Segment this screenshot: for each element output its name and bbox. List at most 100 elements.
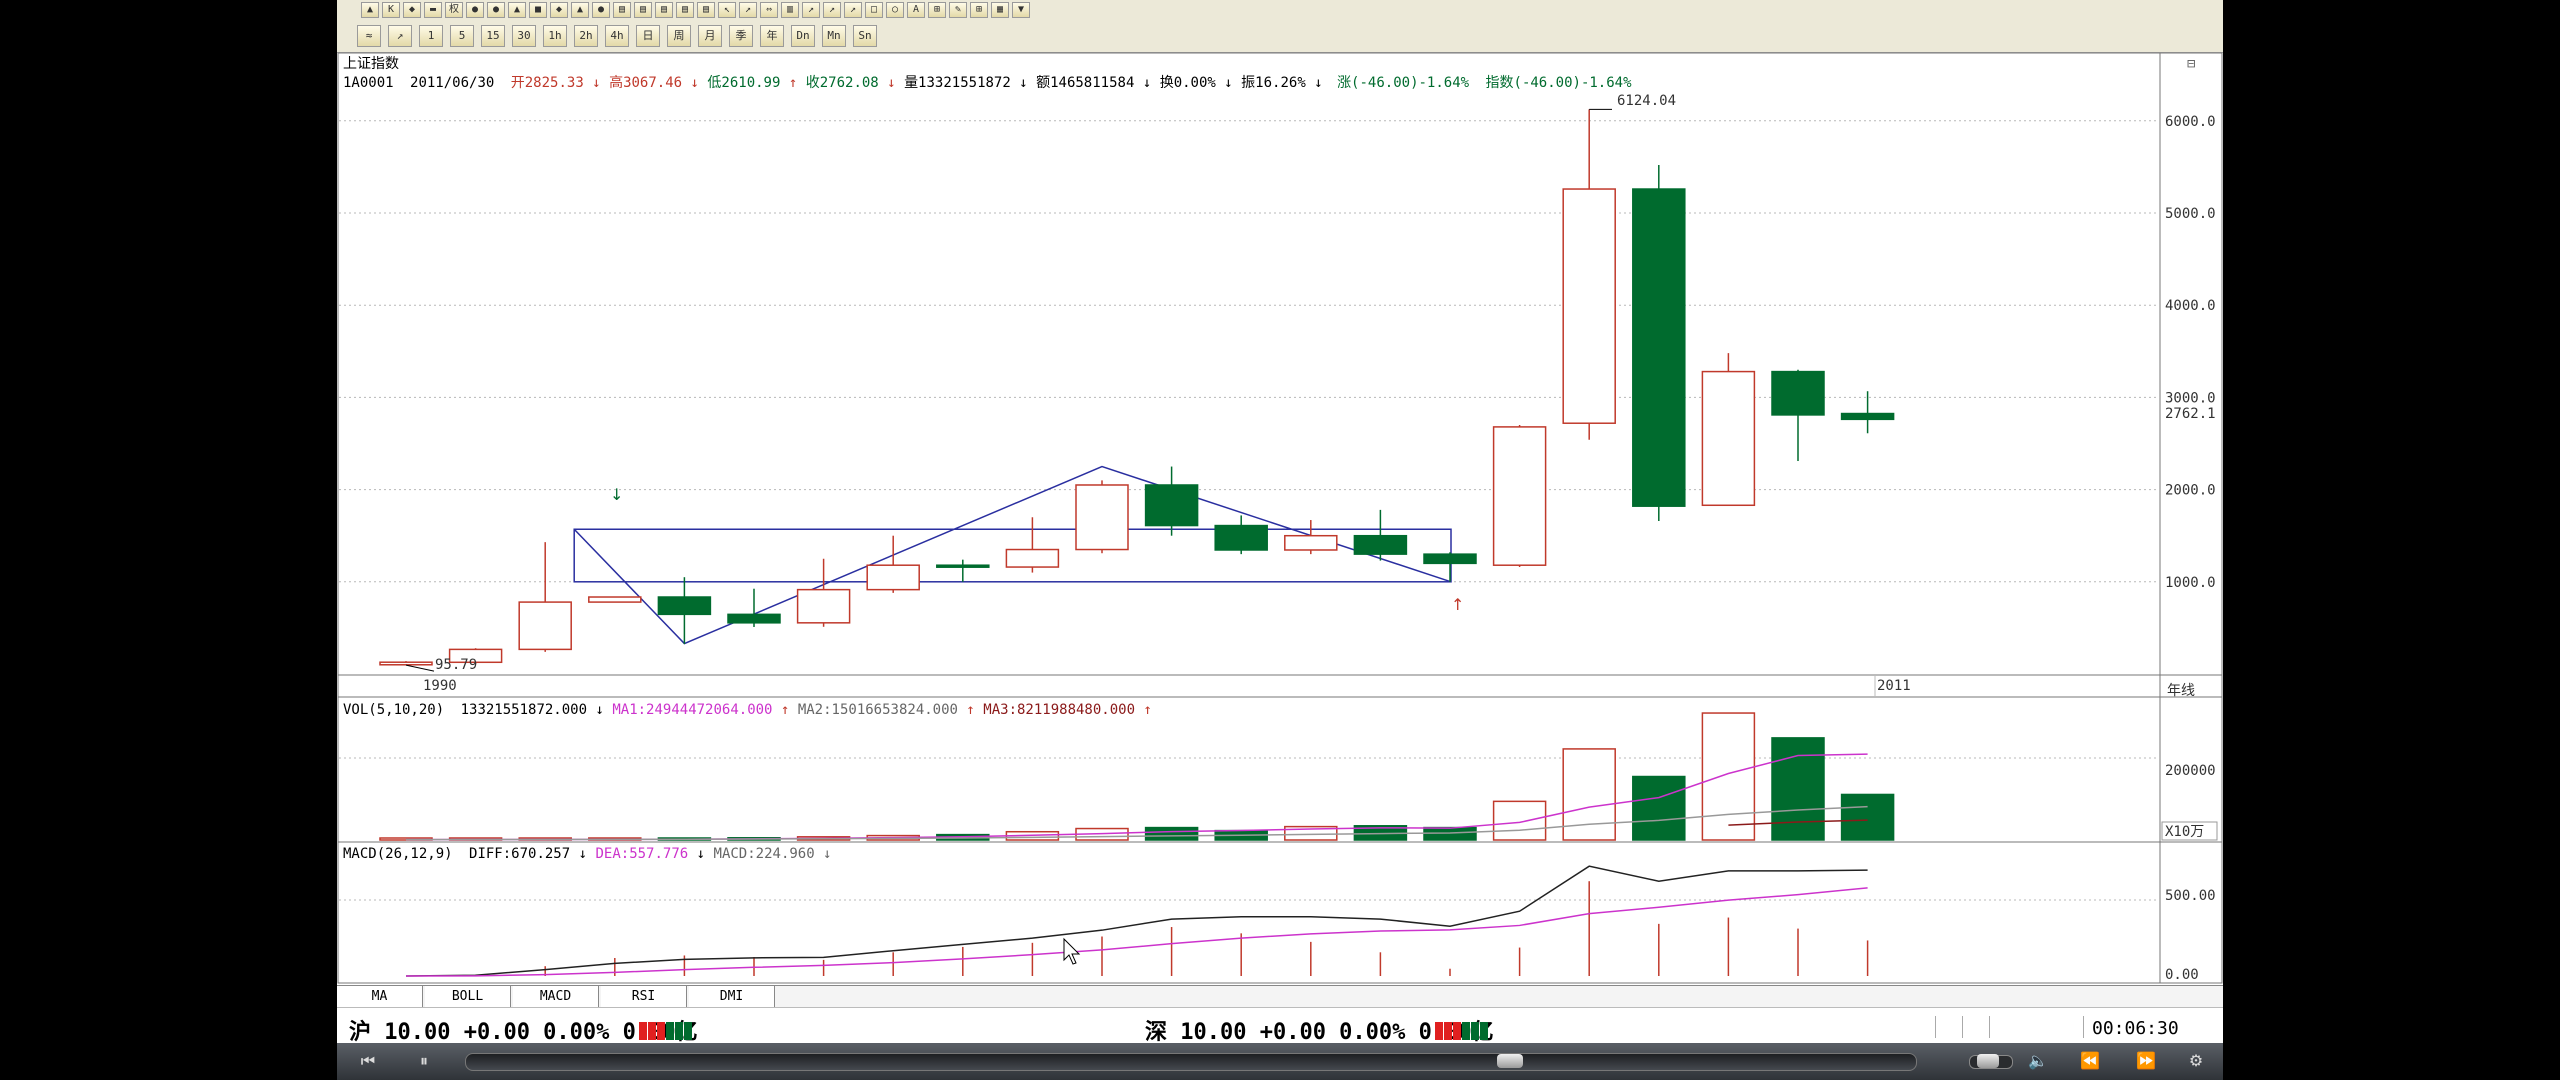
period-button[interactable]: 1 [419,25,443,47]
amplitude-text: 振16.26% [1241,75,1306,91]
candle-body [1353,534,1408,555]
seek-track[interactable] [465,1053,1917,1071]
chart-canvas[interactable]: 上证指数 ⊟ 1A0001 2011/06/30 开2825.33 ↓ 高306… [337,52,2223,985]
period-button[interactable]: Mn [822,25,846,47]
toolbar-tool-icon[interactable]: ↗ [739,2,757,18]
period-button[interactable]: 15 [481,25,505,47]
toolbar-tool-icon[interactable]: ○ [886,2,904,18]
candle-body [1214,524,1268,551]
toolbar-tool-icon[interactable]: ✎ [949,2,967,18]
toolbar-tool-icon[interactable]: ● [592,2,610,18]
period-button[interactable]: 季 [729,25,753,47]
period-button[interactable]: 日 [636,25,660,47]
toolbar-tool-icon[interactable]: 权 [445,2,463,18]
toolbar-tool-icon[interactable]: □ [865,2,883,18]
period-button[interactable]: Dn [791,25,815,47]
speaker-icon[interactable]: 🔈 [2027,1051,2049,1071]
rewind-icon[interactable]: ⏪ [2079,1051,2101,1071]
close-text: 收2762.08 [806,75,879,91]
toolbar-tool-icon[interactable]: ⇔ [760,2,778,18]
vol-unit-label: X10万 [2165,824,2204,840]
toolbar-tool-icon[interactable]: ▥ [781,2,799,18]
period-button[interactable]: 月 [698,25,722,47]
tab-rsi[interactable]: RSI [601,986,687,1007]
toolbar-tool-icon[interactable]: ▤ [676,2,694,18]
arrow-down-icon: ↓ [595,702,603,718]
toolbar-tool-icon[interactable]: ▼ [1012,2,1030,18]
chart-area[interactable]: 上证指数 ⊟ 1A0001 2011/06/30 开2825.33 ↓ 高306… [337,52,2223,1052]
toolbar-tool-icon[interactable]: A [907,2,925,18]
toolbar-tool-icon[interactable]: ⊞ [928,2,946,18]
sell-arrow-up-icon: ↑ [1451,595,1464,614]
candle-body [1840,412,1895,421]
macd-diff: DIFF:670.257 [469,846,570,862]
seek-thumb[interactable] [1497,1054,1523,1068]
toolbar-tool-icon[interactable]: ▤ [613,2,631,18]
arrow-down-icon: ↓ [697,846,705,862]
toolbar-tool-icon[interactable]: ◆ [403,2,421,18]
period-button[interactable]: 4h [605,25,629,47]
candle-body [1423,553,1477,565]
fast-forward-icon[interactable]: ⏩ [2135,1051,2157,1071]
status-divider [2083,1016,2084,1038]
toolbar-tool-icon[interactable]: ▤ [634,2,652,18]
arrow-up-icon: ↑ [789,75,797,91]
toolbar-tool-icon[interactable]: ▲ [361,2,379,18]
macd-header: MACD(26,12,9) DIFF:670.257 ↓ DEA:557.776… [343,846,832,862]
status-divider [1962,1016,1963,1038]
tab-dmi[interactable]: DMI [689,986,775,1007]
toolbar-tool-icon[interactable]: ▲ [571,2,589,18]
arrow-down-icon: ↓ [592,75,600,91]
tab-boll[interactable]: BOLL [425,986,511,1007]
change-text: 涨(-46.00)-1.64% [1337,75,1470,91]
period-button[interactable]: ↗ [388,25,412,47]
tab-macd[interactable]: MACD [513,986,599,1007]
toolbar-tool-icon[interactable]: K [382,2,400,18]
toolbar-tool-icon[interactable]: ● [487,2,505,18]
max-price-label: 6124.04 [1617,93,1676,109]
volume-thumb[interactable] [1977,1054,1999,1068]
toolbar-tool-icon[interactable]: ▤ [655,2,673,18]
macd-value: MACD:224.960 [714,846,815,862]
current-price-label: 2762.1 [2165,406,2216,422]
toolbar-tool-icon[interactable]: ▲ [508,2,526,18]
high-text: 高3067.46 [609,74,682,91]
toolbar-tool-icon[interactable]: ▦ [991,2,1009,18]
toolbar-tool-icon[interactable]: ▤ [697,2,715,18]
toolbar-tool-icon[interactable]: ↗ [844,2,862,18]
toolbar-tool-icon[interactable]: ▬ [424,2,442,18]
candle-body [657,596,712,616]
period-button[interactable]: 2h [574,25,598,47]
media-player-controls: ⏮ ⏸ 🔈 ⏪ ⏩ ⚙ [337,1043,2223,1080]
candle-body [866,564,920,591]
period-button[interactable]: ≈ [357,25,381,47]
toolbar-tool-icon[interactable]: ⊞ [970,2,988,18]
indicator-tabs: MA BOLL MACD RSI DMI [337,985,2223,1008]
candle-body [1701,370,1756,507]
low-text: 低2610.99 [707,75,780,91]
buy-arrow-down-icon: ↓ [610,485,623,504]
toolbar-tool-icon[interactable]: ↖ [718,2,736,18]
period-button[interactable]: 周 [667,25,691,47]
toolbar-tool-icon[interactable]: ↗ [802,2,820,18]
macd-dea: DEA:557.776 [595,846,688,862]
tab-ma[interactable]: MA [337,986,423,1007]
toolbar-tool-icon[interactable]: ■ [529,2,547,18]
candle-body [1075,484,1129,551]
status-divider [1989,1016,1990,1038]
status-clock: 00:06:30 [2092,1018,2179,1039]
period-button[interactable]: 年 [760,25,784,47]
toolbar-tool-icon[interactable]: ↗ [823,2,841,18]
arrow-down-icon: ↓ [1224,75,1232,91]
period-button[interactable]: Sn [853,25,877,47]
skip-back-icon[interactable]: ⏮ [357,1051,379,1071]
pause-icon[interactable]: ⏸ [413,1051,435,1071]
period-button[interactable]: 5 [450,25,474,47]
period-button[interactable]: 30 [512,25,536,47]
main-toolbar: ▲ K ◆ ▬ 权 ● ● ▲ ■ ◆ ▲ ● ▤ ▤ ▤ ▤ ▤ ↖ ↗ ⇔ ▥ ↗ ↗ ↗ □ ○ A ⊞ ✎ ⊞ ▦ ▼ [337,0,2223,21]
settings-icon[interactable]: ⚙ [2185,1051,2207,1071]
window-toggle-icon[interactable]: ⊟ [2187,56,2196,72]
period-button[interactable]: 1h [543,25,567,47]
toolbar-tool-icon[interactable]: ● [466,2,484,18]
toolbar-tool-icon[interactable]: ◆ [550,2,568,18]
